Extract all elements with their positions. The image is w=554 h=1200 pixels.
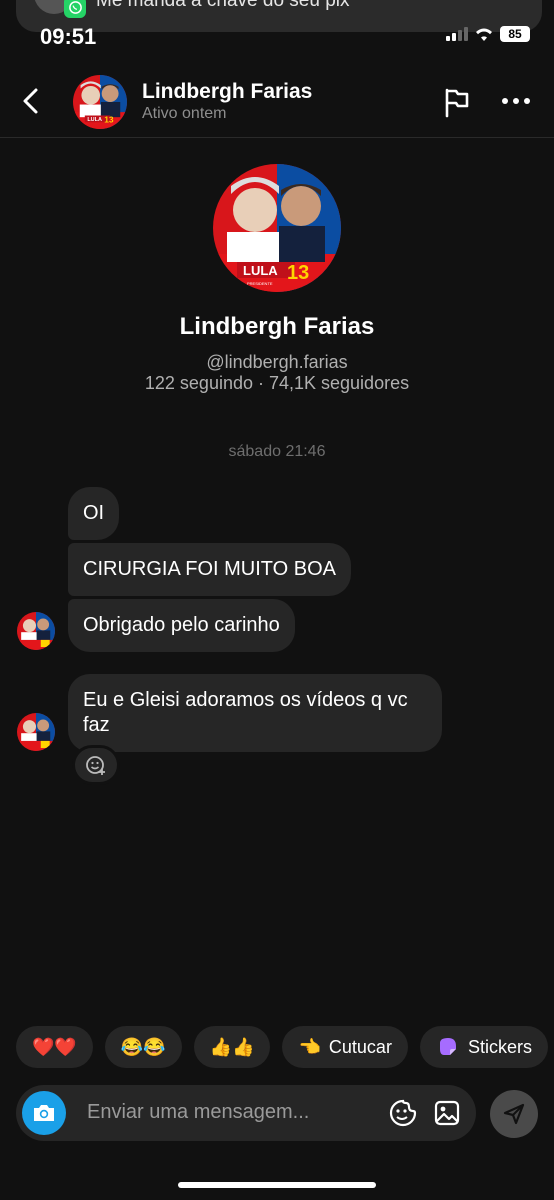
camera-icon — [34, 1105, 54, 1121]
chat-header: LULA 13 Lindbergh Farias Ativo ontem — [0, 66, 554, 138]
svg-text:PRESIDENTE: PRESIDENTE — [247, 281, 273, 286]
profile-handle: @lindbergh.farias — [206, 352, 348, 372]
add-reaction-icon — [86, 756, 105, 775]
sticker-icon — [439, 1038, 456, 1055]
quick-reply-thumbs[interactable]: 👍👍 — [193, 1026, 271, 1068]
message-composer[interactable]: Enviar uma mensagem... — [16, 1085, 476, 1141]
quick-reply-poke[interactable]: 👈 Cutucar — [282, 1026, 408, 1068]
profile-stats: 122 seguindo · 74,1K seguidores — [144, 373, 410, 393]
wifi-icon — [476, 28, 492, 41]
message-bubble[interactable]: CIRURGIA FOI MUITO BOA — [68, 543, 351, 596]
camera-button[interactable] — [22, 1091, 66, 1135]
contact-name[interactable]: Lindbergh Farias — [142, 80, 312, 104]
thread-timestamp: sábado 21:46 — [228, 443, 326, 460]
header-avatar[interactable]: LULA 13 — [73, 75, 127, 129]
sticker-picker-icon[interactable] — [388, 1098, 418, 1128]
signal-icon — [446, 27, 468, 41]
status-icons: 85 — [446, 26, 530, 42]
home-indicator[interactable] — [178, 1182, 376, 1188]
profile-name: Lindbergh Farias — [179, 313, 375, 340]
svg-text:13: 13 — [104, 114, 114, 124]
quick-replies: ❤️❤️ 😂😂 👍👍 👈 Cutucar Stickers — [16, 1026, 548, 1068]
send-button[interactable] — [490, 1090, 538, 1138]
svg-text:13: 13 — [287, 262, 309, 284]
notification-text: Me manda a chave do seu pix — [96, 0, 350, 11]
svg-text:LULA: LULA — [243, 263, 278, 278]
svg-text:LULA: LULA — [87, 117, 102, 123]
message-bubble[interactable]: OI — [68, 487, 120, 540]
sender-avatar[interactable] — [17, 713, 55, 751]
sender-avatar[interactable] — [17, 612, 55, 650]
message-bubble[interactable]: Eu e Gleisi adoramos os vídeos q vc faz — [68, 674, 442, 752]
quick-reply-hearts[interactable]: ❤️❤️ — [16, 1026, 93, 1068]
flag-icon[interactable] — [442, 86, 472, 118]
status-time: 09:51 — [40, 24, 97, 49]
message-bubble[interactable]: Obrigado pelo carinho — [68, 599, 295, 652]
quick-reply-laugh[interactable]: 😂😂 — [104, 1026, 182, 1068]
send-icon — [503, 1103, 525, 1125]
contact-status: Ativo ontem — [142, 105, 227, 122]
more-options-icon[interactable] — [500, 88, 532, 114]
poke-icon: 👈 — [298, 1036, 321, 1057]
whatsapp-icon — [64, 0, 86, 18]
battery-indicator: 85 — [500, 26, 530, 42]
add-reaction-button[interactable] — [72, 745, 120, 785]
message-input[interactable]: Enviar uma mensagem... — [87, 1101, 309, 1124]
quick-reply-stickers[interactable]: Stickers — [419, 1026, 548, 1068]
profile-avatar[interactable]: LULA 13 PRESIDENTE — [213, 164, 341, 292]
gallery-icon[interactable] — [433, 1099, 461, 1127]
back-arrow-icon[interactable] — [16, 84, 46, 118]
